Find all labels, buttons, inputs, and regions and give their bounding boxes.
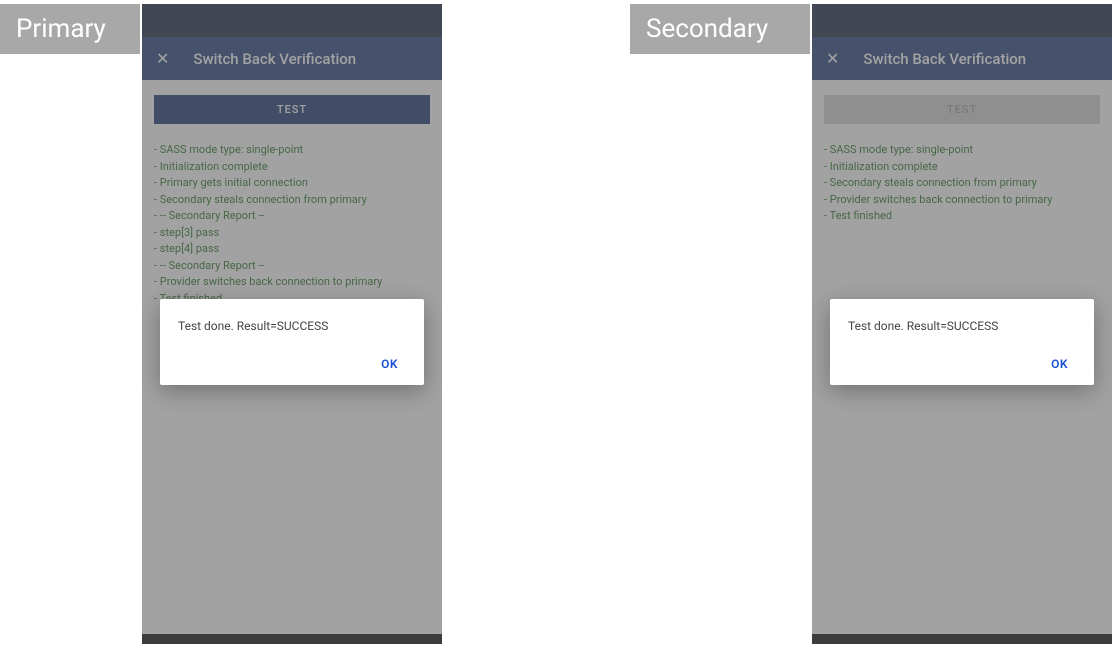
primary-phone: ✕ Switch Back Verification TEST SASS mod… (142, 4, 442, 644)
dialog-message: Test done. Result=SUCCESS (848, 319, 1076, 333)
dialog-ok-button[interactable]: OK (1043, 351, 1076, 377)
dialog-ok-button[interactable]: OK (373, 351, 406, 377)
dialog-message: Test done. Result=SUCCESS (178, 319, 406, 333)
primary-label: Primary (0, 4, 140, 54)
result-dialog: Test done. Result=SUCCESS OK (830, 299, 1094, 385)
secondary-label: Secondary (630, 4, 810, 54)
secondary-phone: ✕ Switch Back Verification TEST SASS mod… (812, 4, 1112, 644)
result-dialog: Test done. Result=SUCCESS OK (160, 299, 424, 385)
